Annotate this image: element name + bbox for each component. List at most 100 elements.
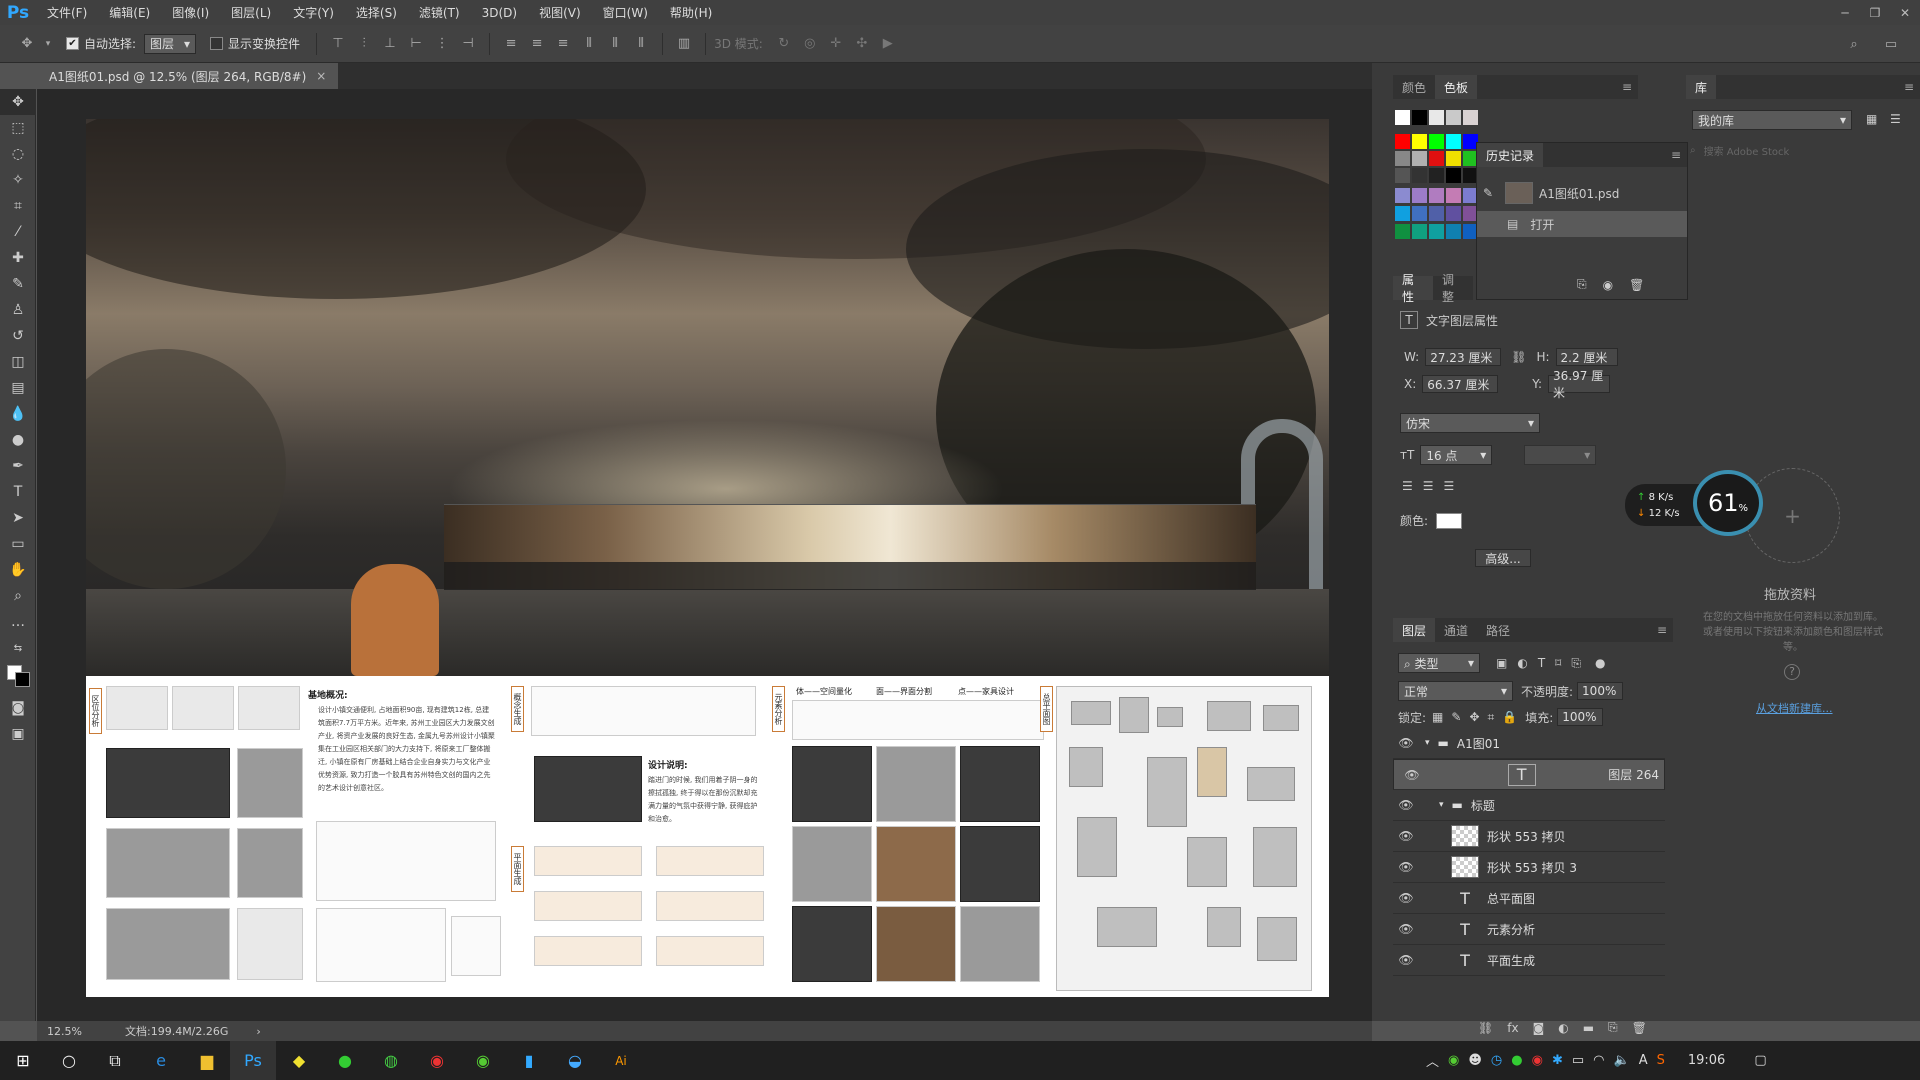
wechat-app-icon[interactable]: ●	[322, 1041, 368, 1080]
layer-row-text[interactable]: 👁 T 平面生成	[1393, 945, 1665, 976]
3d-scale-icon[interactable]: ▶	[878, 34, 898, 54]
eye-icon[interactable]: 👁	[1393, 860, 1419, 874]
blur-tool-icon[interactable]: 💧	[0, 401, 36, 427]
bluetooth-icon[interactable]: ✱	[1552, 1053, 1563, 1068]
layer-filter-dropdown[interactable]: ⌕ 类型 ▾	[1398, 653, 1480, 673]
eyedropper-icon[interactable]: ⁄	[0, 219, 36, 245]
library-dropdown[interactable]: 我的库 ▾	[1692, 110, 1852, 130]
network-speed-widget[interactable]: ↑ 8 K/s ↓ 12 K/s 61%	[1625, 470, 1765, 536]
hand-tool-icon[interactable]: ✋	[0, 557, 36, 583]
360-tray-icon[interactable]: ◉	[1448, 1053, 1459, 1068]
sogou-icon[interactable]: S	[1657, 1053, 1665, 1068]
swatch[interactable]	[1412, 110, 1427, 125]
tab-layers[interactable]: 图层	[1393, 618, 1436, 642]
distribute-vcenter-icon[interactable]: ≡	[527, 34, 547, 54]
menu-window[interactable]: 窗口(W)	[592, 4, 659, 21]
netease-music-icon[interactable]: ◉	[414, 1041, 460, 1080]
magic-wand-icon[interactable]: ✧	[0, 167, 36, 193]
distribute-bottom-icon[interactable]: ≡	[553, 34, 573, 54]
swatch[interactable]	[1429, 110, 1444, 125]
quick-mask-icon[interactable]: ◙	[0, 695, 36, 721]
filter-type-icon[interactable]: T	[1538, 656, 1545, 670]
layer-row-group[interactable]: 👁 ▾ ▬ A1图01	[1393, 728, 1665, 759]
swatch[interactable]	[1395, 168, 1410, 183]
music-tray-icon[interactable]: ◉	[1532, 1053, 1543, 1068]
filter-adjustment-icon[interactable]: ◐	[1517, 656, 1527, 670]
align-bottom-icon[interactable]: ⊥	[380, 34, 400, 54]
menu-help[interactable]: 帮助(H)	[659, 4, 723, 21]
illustrator-icon[interactable]: Ai	[598, 1041, 644, 1080]
history-step-open[interactable]: ▤ 打开	[1477, 211, 1687, 237]
menu-type[interactable]: 文字(Y)	[282, 4, 345, 21]
rectangle-tool-icon[interactable]: ▭	[0, 531, 36, 557]
eraser-icon[interactable]: ◫	[0, 349, 36, 375]
eye-icon[interactable]: 👁	[1399, 768, 1425, 782]
swatch[interactable]	[1446, 188, 1461, 203]
volume-icon[interactable]: 🔈	[1614, 1053, 1630, 1068]
photoshop-taskbar-icon[interactable]: Ps	[230, 1041, 276, 1080]
distribute-hcenter-icon[interactable]: ⦀	[605, 34, 625, 54]
swatch[interactable]	[1395, 151, 1410, 166]
swatch[interactable]	[1395, 188, 1410, 203]
font-family-dropdown[interactable]: 仿宋 ▾	[1400, 413, 1540, 433]
workspace-icon[interactable]: ▭	[1881, 34, 1901, 54]
x-field[interactable]: 66.37 厘米	[1422, 375, 1499, 393]
tab-color[interactable]: 颜色	[1393, 75, 1435, 99]
fx-icon[interactable]: fx	[1507, 1021, 1518, 1035]
qq-tray-icon[interactable]: ☻	[1468, 1053, 1482, 1068]
swatch[interactable]	[1395, 110, 1410, 125]
type-tool-icon[interactable]: T	[0, 479, 36, 505]
notification-icon[interactable]: ▢	[1754, 1053, 1766, 1068]
zoom-level[interactable]: 12.5%	[37, 1025, 97, 1038]
distribute-right-icon[interactable]: ⦀	[631, 34, 651, 54]
align-hcenter-icon[interactable]: ⋮	[432, 34, 452, 54]
swatch[interactable]	[1446, 151, 1461, 166]
menu-view[interactable]: 视图(V)	[528, 4, 592, 21]
mask-icon[interactable]: ◙	[1533, 1021, 1545, 1035]
eye-icon[interactable]: 👁	[1393, 953, 1419, 967]
blend-mode-dropdown[interactable]: 正常 ▾	[1398, 681, 1513, 701]
camera-icon[interactable]: ◉	[1603, 278, 1613, 292]
filter-toggle-icon[interactable]: ●	[1595, 656, 1605, 670]
menu-select[interactable]: 选择(S)	[345, 4, 408, 21]
pen-tool-icon[interactable]: ✒	[0, 453, 36, 479]
tab-adjustments[interactable]: 调整	[1433, 273, 1473, 304]
menu-filter[interactable]: 滤镜(T)	[408, 4, 471, 21]
lock-image-icon[interactable]: ✎	[1451, 710, 1461, 724]
eye-icon[interactable]: 👁	[1393, 798, 1419, 812]
swatch[interactable]	[1395, 224, 1410, 239]
swatch[interactable]	[1446, 224, 1461, 239]
menu-image[interactable]: 图像(I)	[161, 4, 220, 21]
panel-menu-icon[interactable]: ≡	[1657, 623, 1667, 637]
swatch[interactable]	[1412, 206, 1427, 221]
y-field[interactable]: 36.97 厘米	[1548, 369, 1611, 400]
document-tab[interactable]: A1图纸01.psd @ 12.5% (图层 264, RGB/8#) ×	[37, 63, 339, 89]
swatch[interactable]	[1429, 206, 1444, 221]
new-document-from-state-icon[interactable]: ⎘	[1577, 277, 1587, 292]
clock-time[interactable]: 19:06	[1688, 1053, 1725, 1068]
width-field[interactable]: 27.23 厘米	[1425, 348, 1502, 366]
tab-properties[interactable]: 属性	[1393, 273, 1433, 304]
3d-pan-icon[interactable]: ✛	[826, 34, 846, 54]
fill-field[interactable]: 100%	[1557, 708, 1604, 726]
wechat-tray-icon[interactable]: ●	[1511, 1053, 1522, 1068]
help-icon[interactable]: ?	[1784, 664, 1800, 680]
layer-row-shape[interactable]: 👁 形状 553 拷贝 3	[1393, 852, 1665, 883]
file-explorer-icon[interactable]: ▆	[184, 1041, 230, 1080]
gradient-tool-icon[interactable]: ▤	[0, 375, 36, 401]
adjustment-layer-icon[interactable]: ◐	[1558, 1021, 1568, 1035]
lock-all-icon[interactable]: 🔒	[1502, 710, 1517, 724]
chevron-up-icon[interactable]: ︿	[1426, 1051, 1439, 1070]
distribute-left-icon[interactable]: ⦀	[579, 34, 599, 54]
trash-icon[interactable]: 🗑	[1629, 278, 1644, 292]
swatch[interactable]	[1429, 224, 1444, 239]
layer-row-group[interactable]: 👁 ▾ ▬ 标题	[1393, 790, 1665, 821]
3d-orbit-icon[interactable]: ↻	[774, 34, 794, 54]
move-tool-icon[interactable]: ✥	[0, 89, 36, 115]
chevron-right-icon[interactable]: ›	[256, 1025, 260, 1038]
wifi-icon[interactable]: ◠	[1593, 1053, 1604, 1068]
menu-layer[interactable]: 图层(L)	[220, 4, 282, 21]
font-size-dropdown[interactable]: 16 点 ▾	[1420, 445, 1493, 465]
swatch[interactable]	[1446, 206, 1461, 221]
auto-select-dropdown[interactable]: 图层 ▾	[144, 33, 197, 54]
